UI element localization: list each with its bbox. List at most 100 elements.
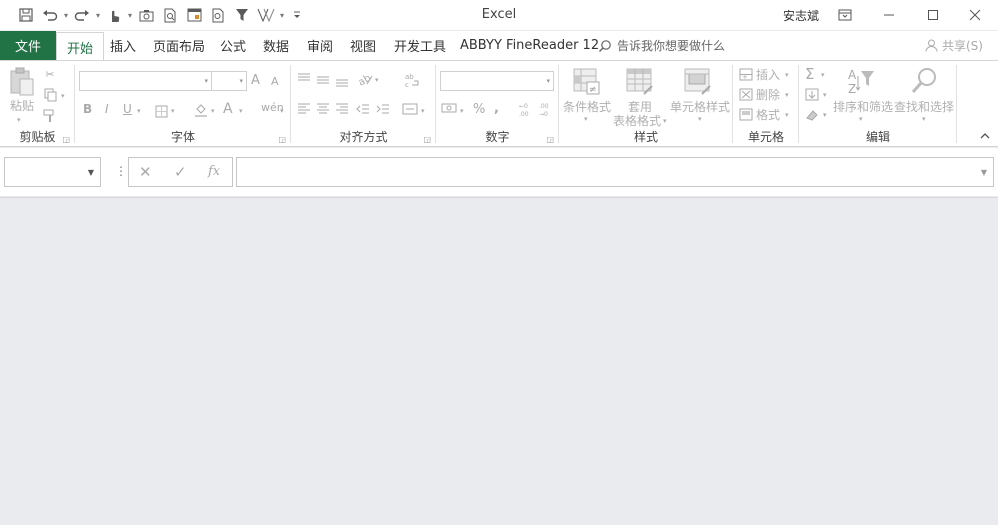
fill-color-icon[interactable] [193,102,209,118]
tab-home[interactable]: 开始 [56,32,105,61]
format-cells-dropdown-icon[interactable]: ▾ [785,111,789,119]
align-right-icon[interactable] [334,102,350,116]
maximize-icon[interactable] [910,0,956,30]
merge-center-icon[interactable] [401,102,419,116]
delete-cells-label[interactable]: 删除 [756,86,780,103]
clear-dropdown-icon[interactable]: ▾ [823,111,827,119]
insert-cells-label[interactable]: 插入 [756,66,780,83]
tab-page-layout[interactable]: 页面布局 [153,31,205,60]
insert-cells-icon[interactable]: + [738,67,754,81]
delete-cells-dropdown-icon[interactable]: ▾ [785,91,789,99]
fill-dropdown-icon[interactable]: ▾ [823,91,827,99]
close-icon[interactable] [952,0,998,30]
redo-icon[interactable] [70,4,94,26]
delete-cells-icon[interactable] [738,87,754,101]
font-launcher-icon[interactable]: ◲ [278,135,286,144]
format-as-table-icon[interactable] [625,67,655,97]
undo-icon[interactable] [38,4,62,26]
italic-button[interactable]: I [105,102,109,116]
font-color-dropdown-icon[interactable]: ▾ [239,107,243,115]
phonetic-dropdown-icon[interactable]: ▾ [280,107,284,115]
align-middle-icon[interactable] [315,73,331,87]
clear-icon[interactable] [804,107,820,121]
border-dropdown-icon[interactable]: ▾ [171,107,175,115]
number-launcher-icon[interactable]: ◲ [546,135,554,144]
orientation-dropdown-icon[interactable]: ▾ [375,76,379,84]
share-button[interactable]: 共享(S) [925,31,983,60]
cell-styles-dropdown-icon[interactable]: ▾ [698,115,702,123]
touch-dropdown-icon[interactable]: ▾ [126,4,134,26]
ribbon-display-icon[interactable] [822,0,868,30]
copy-icon[interactable] [42,87,58,103]
zoom-preview-icon[interactable] [206,4,230,26]
underline-dropdown-icon[interactable]: ▾ [137,107,141,115]
enter-icon[interactable]: ✓ [174,163,187,181]
tab-review[interactable]: 审阅 [307,31,333,60]
font-name-combo[interactable]: ▾ [79,71,212,91]
tab-data[interactable]: 数据 [263,31,289,60]
insert-cells-dropdown-icon[interactable]: ▾ [785,71,789,79]
font-size-combo[interactable]: ▾ [211,71,247,91]
cut-icon[interactable]: ✂ [42,66,58,82]
accounting-dropdown-icon[interactable]: ▾ [460,107,464,115]
paste-icon[interactable] [8,67,36,97]
tab-view[interactable]: 视图 [350,31,376,60]
font-color-icon[interactable]: A [223,101,233,117]
touch-mode-icon[interactable] [102,4,126,26]
tab-insert[interactable]: 插入 [110,31,136,60]
name-box-dropdown-icon[interactable]: ▼ [88,168,94,177]
clipboard-launcher-icon[interactable]: ◲ [62,135,70,144]
format-cells-label[interactable]: 格式 [756,106,780,123]
redo-dropdown-icon[interactable]: ▾ [94,4,102,26]
print-preview-icon[interactable] [158,4,182,26]
align-bottom-icon[interactable] [334,75,350,89]
tab-file[interactable]: 文件 [0,31,56,60]
autosum-icon[interactable]: Σ [805,65,814,83]
tab-abbyy[interactable]: ABBYY FineReader 12 [460,31,599,60]
number-format-combo[interactable]: ▾ [440,71,554,91]
tab-formulas[interactable]: 公式 [220,31,246,60]
find-select-dropdown-icon[interactable]: ▾ [922,115,926,123]
sort-filter-dropdown-icon[interactable]: ▾ [859,115,863,123]
filter-icon[interactable] [230,4,254,26]
format-cells-icon[interactable] [738,107,754,121]
conditional-format-icon[interactable]: ≠ [572,67,602,97]
find-select-icon[interactable] [909,65,941,97]
comma-button[interactable]: , [494,101,499,116]
tell-me-box[interactable]: 告诉我你想要做什么 [598,31,725,60]
formula-bar-grip-icon[interactable]: ⋮ [115,164,127,178]
wrap-text-icon[interactable]: ab c [403,71,421,89]
formula-input[interactable]: ▼ [236,157,994,187]
orientation-icon[interactable]: ab [357,71,373,87]
sort-dropdown-icon[interactable]: ▾ [278,4,286,26]
expand-formula-bar-icon[interactable]: ▼ [981,168,987,177]
minimize-icon[interactable] [866,0,912,30]
align-top-icon[interactable] [296,71,312,85]
customize-icon[interactable] [286,4,308,26]
alignment-launcher-icon[interactable]: ◲ [423,135,431,144]
sort-filter-icon[interactable]: AZ [845,65,877,97]
cancel-icon[interactable]: ✕ [139,163,152,181]
autosum-dropdown-icon[interactable]: ▾ [821,71,825,79]
camera-icon[interactable] [134,4,158,26]
decrease-decimal-icon[interactable]: .00 →0 [538,101,554,117]
name-box[interactable]: ▼ [4,157,101,187]
format-as-table-dropdown-icon[interactable]: ▾ [663,117,667,125]
merge-dropdown-icon[interactable]: ▾ [421,107,425,115]
user-name[interactable]: 安志斌 [783,7,819,24]
format-painter-icon[interactable] [42,108,58,124]
fill-dropdown-icon[interactable]: ▾ [211,107,215,115]
decrease-indent-icon[interactable] [355,102,371,116]
cell-styles-icon[interactable] [683,67,713,97]
fill-down-icon[interactable] [804,87,820,101]
accounting-format-icon[interactable] [440,102,458,116]
paste-dropdown-icon[interactable]: ▾ [17,116,21,124]
increase-decimal-icon[interactable]: ←0.00 [518,101,534,117]
copy-dropdown-icon[interactable]: ▾ [61,92,65,100]
border-icon[interactable] [153,103,169,119]
save-icon[interactable] [14,4,38,26]
align-left-icon[interactable] [296,102,312,116]
bold-button[interactable]: B [83,102,92,116]
form-icon[interactable] [182,4,206,26]
insert-function-icon[interactable]: fx [208,164,220,179]
